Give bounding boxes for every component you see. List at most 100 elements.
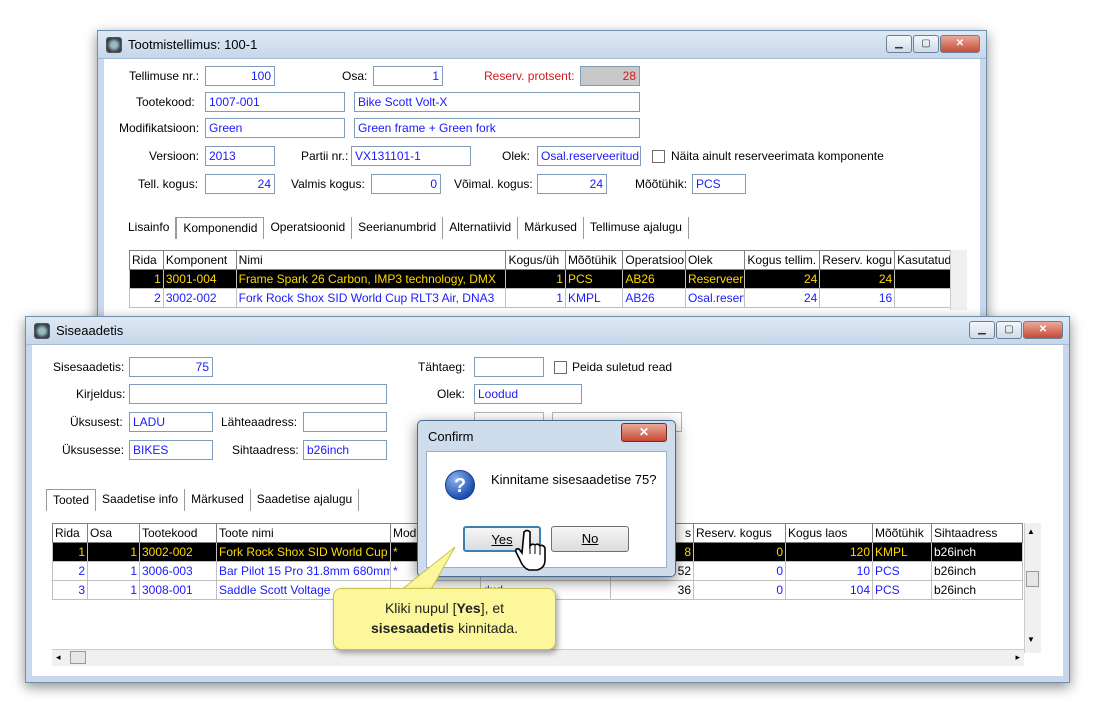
- title-bar[interactable]: Siseaadetis ▁ ▢ ✕: [26, 317, 1069, 345]
- source-address-field[interactable]: [303, 412, 387, 432]
- cell: 1: [87, 542, 140, 562]
- finished-qty-field: 0: [371, 174, 441, 194]
- scroll-up-icon[interactable]: ▲: [1027, 527, 1035, 536]
- cell: 3002-002: [139, 542, 217, 562]
- callout-text: kinnitada.: [454, 620, 519, 636]
- order-qty-label: Tell. kogus:: [138, 177, 199, 191]
- tab-markused[interactable]: Märkused: [185, 489, 251, 511]
- col-header[interactable]: Mõõtühik: [872, 523, 932, 543]
- callout-pointer: [398, 546, 456, 592]
- modification-description-field[interactable]: Green frame + Green fork: [354, 118, 640, 138]
- shipment-status-field: Loodud: [474, 384, 582, 404]
- hscroll-thumb[interactable]: [70, 651, 86, 664]
- product-name-field[interactable]: Bike Scott Volt-X: [354, 92, 640, 112]
- cell: 1: [52, 542, 88, 562]
- version-field[interactable]: 2013: [205, 146, 275, 166]
- show-unreserved-checkbox[interactable]: [652, 150, 665, 163]
- cell: 1: [505, 288, 566, 308]
- batch-nr-label: Partii nr.:: [301, 149, 349, 163]
- tab-lisainfo[interactable]: Lisainfo: [122, 217, 177, 239]
- scroll-right-icon[interactable]: ▸: [1015, 652, 1020, 663]
- scroll-thumb[interactable]: [1026, 571, 1039, 587]
- scroll-left-icon[interactable]: ◂: [56, 652, 61, 663]
- cell: AB26: [622, 269, 686, 289]
- table-row[interactable]: 2 3002-002 Fork Rock Shox SID World Cup …: [129, 288, 965, 308]
- tab-saadetise-info[interactable]: Saadetise info: [96, 489, 186, 511]
- part-label: Osa:: [342, 69, 368, 83]
- unit-field[interactable]: PCS: [692, 174, 746, 194]
- batch-nr-field[interactable]: VX131101-1: [351, 146, 471, 166]
- description-field[interactable]: [129, 384, 387, 404]
- order-qty-field[interactable]: 24: [205, 174, 275, 194]
- col-header[interactable]: Rida: [52, 523, 88, 543]
- title-bar[interactable]: Tootmistellimus: 100-1 ▁ ▢ ✕: [98, 31, 986, 59]
- col-header[interactable]: Toote nimi: [216, 523, 391, 543]
- order-nr-field[interactable]: 100: [205, 66, 275, 86]
- minimize-icon[interactable]: ▁: [886, 35, 912, 53]
- hide-closed-checkbox[interactable]: [554, 361, 567, 374]
- col-header[interactable]: Olek: [684, 250, 746, 270]
- table-row[interactable]: 1 3001-004 Frame Spark 26 Carbon, IMP3 t…: [129, 269, 965, 289]
- col-header[interactable]: Nimi: [235, 250, 507, 270]
- cell: 3008-001: [139, 580, 217, 600]
- cell: Frame Spark 26 Carbon, IMP3 technology, …: [235, 269, 507, 289]
- scroll-down-icon[interactable]: ▼: [1027, 635, 1035, 644]
- close-icon[interactable]: ✕: [1023, 321, 1063, 339]
- to-unit-field[interactable]: BIKES: [129, 440, 213, 460]
- products-hscroll[interactable]: ◂ ▸: [52, 649, 1024, 666]
- close-icon[interactable]: ✕: [621, 423, 667, 442]
- from-unit-label: Üksusest:: [70, 415, 123, 429]
- cell: PCS: [564, 269, 624, 289]
- close-icon[interactable]: ✕: [940, 35, 980, 53]
- part-field[interactable]: 1: [373, 66, 443, 86]
- cell: 1: [505, 269, 566, 289]
- tab-operatsioonid[interactable]: Operatsioonid: [264, 217, 353, 239]
- tab-tooted[interactable]: Tooted: [46, 489, 97, 511]
- product-code-field[interactable]: 1007-001: [205, 92, 345, 112]
- col-header[interactable]: Mõõtühik: [564, 250, 624, 270]
- cell: 3001-004: [162, 269, 237, 289]
- cell: 0: [693, 561, 786, 581]
- shipment-nr-field[interactable]: 75: [129, 357, 213, 377]
- app-icon: [106, 37, 122, 53]
- tab-seerianumbrid[interactable]: Seerianumbrid: [352, 217, 444, 239]
- col-header[interactable]: Kogus tellim.: [744, 250, 821, 270]
- col-header[interactable]: Osa: [87, 523, 140, 543]
- col-header[interactable]: Komponent: [162, 250, 237, 270]
- no-button[interactable]: No: [551, 526, 629, 552]
- tab-komponendid[interactable]: Komponendid: [176, 217, 265, 239]
- tab-markused[interactable]: Märkused: [518, 217, 584, 239]
- status-label: Olek:: [502, 149, 531, 163]
- col-header[interactable]: Reserv. kogus: [693, 523, 786, 543]
- tab-tellimuse-ajalugu[interactable]: Tellimuse ajalugu: [584, 217, 689, 239]
- products-vscroll[interactable]: ▲ ▼: [1024, 523, 1041, 653]
- col-header[interactable]: Operatsioo: [622, 250, 686, 270]
- col-header[interactable]: Tootekood: [139, 523, 217, 543]
- col-header[interactable]: Mod: [390, 523, 421, 543]
- cell: 104: [785, 580, 873, 600]
- cell: 120: [785, 542, 873, 562]
- cell: AB26: [622, 288, 686, 308]
- maximize-icon[interactable]: ▢: [996, 321, 1022, 339]
- shipment-nr-label: Sisesaadetis:: [53, 360, 125, 374]
- target-address-field[interactable]: b26inch: [303, 440, 387, 460]
- components-vscroll[interactable]: [950, 250, 967, 310]
- order-nr-label: Tellimuse nr.:: [129, 69, 200, 83]
- to-unit-label: Üksusesse:: [62, 443, 125, 457]
- minimize-icon[interactable]: ▁: [969, 321, 995, 339]
- window-body: Tellimuse nr.: 100 Osa: 1 Reserv. protse…: [98, 59, 986, 329]
- col-header[interactable]: Kogus/üh: [505, 250, 566, 270]
- maximize-icon[interactable]: ▢: [913, 35, 939, 53]
- col-header[interactable]: Rida: [129, 250, 164, 270]
- col-header[interactable]: Kogus laos: [785, 523, 873, 543]
- deadline-field[interactable]: [474, 357, 544, 377]
- shipment-tabs: Tooted Saadetise info Märkused Saadetise…: [46, 489, 360, 511]
- callout-line-2: sisesaadetis kinnitada.: [334, 618, 555, 638]
- tab-saadetise-ajalugu[interactable]: Saadetise ajalugu: [251, 489, 360, 511]
- callout-text: Kliki nupul [: [384, 600, 457, 616]
- from-unit-field[interactable]: LADU: [129, 412, 213, 432]
- modification-field[interactable]: Green: [205, 118, 345, 138]
- col-header[interactable]: Reserv. kogu: [819, 250, 896, 270]
- tab-alternatiivid[interactable]: Alternatiivid: [443, 217, 519, 239]
- col-header[interactable]: Sihtaadress: [931, 523, 1023, 543]
